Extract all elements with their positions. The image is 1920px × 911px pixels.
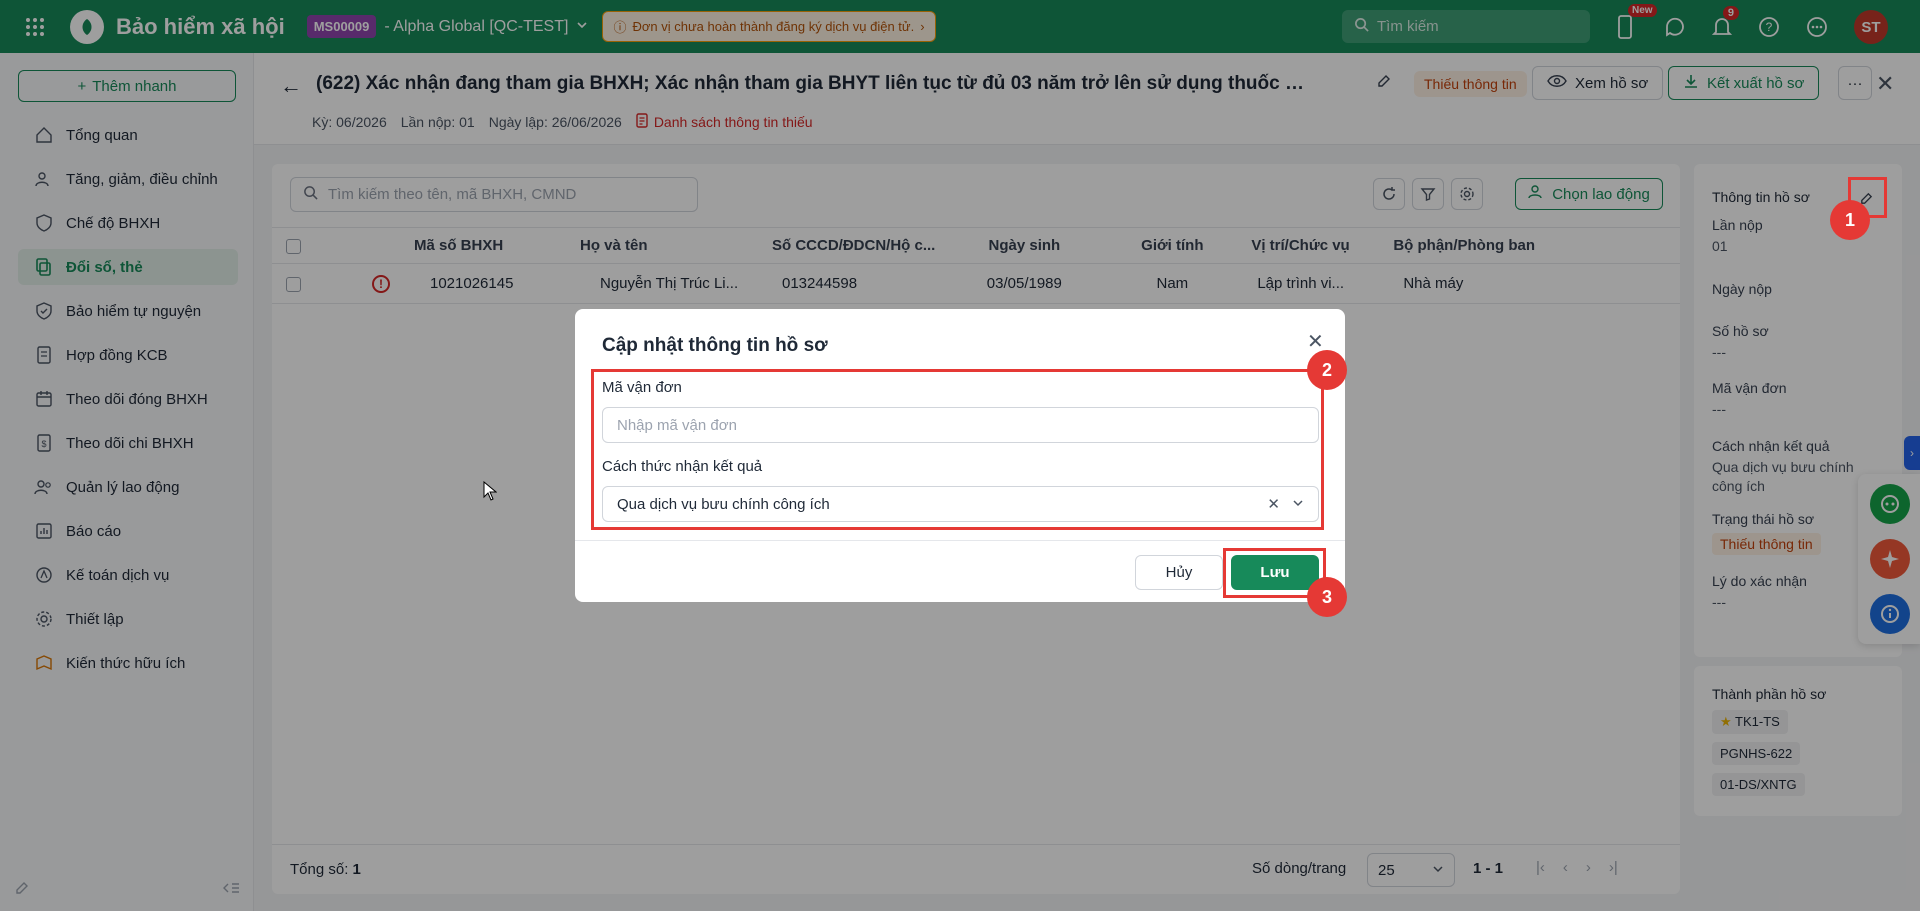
- mouse-cursor: [483, 480, 498, 505]
- annotation-badge-2: 2: [1307, 350, 1347, 390]
- annotation-box-2: [591, 369, 1324, 530]
- annotation-badge-3: 3: [1307, 577, 1347, 617]
- dialog-title: Cập nhật thông tin hồ sơ: [602, 335, 828, 356]
- cancel-button[interactable]: Hủy: [1135, 555, 1223, 590]
- annotation-badge-1: 1: [1830, 200, 1870, 240]
